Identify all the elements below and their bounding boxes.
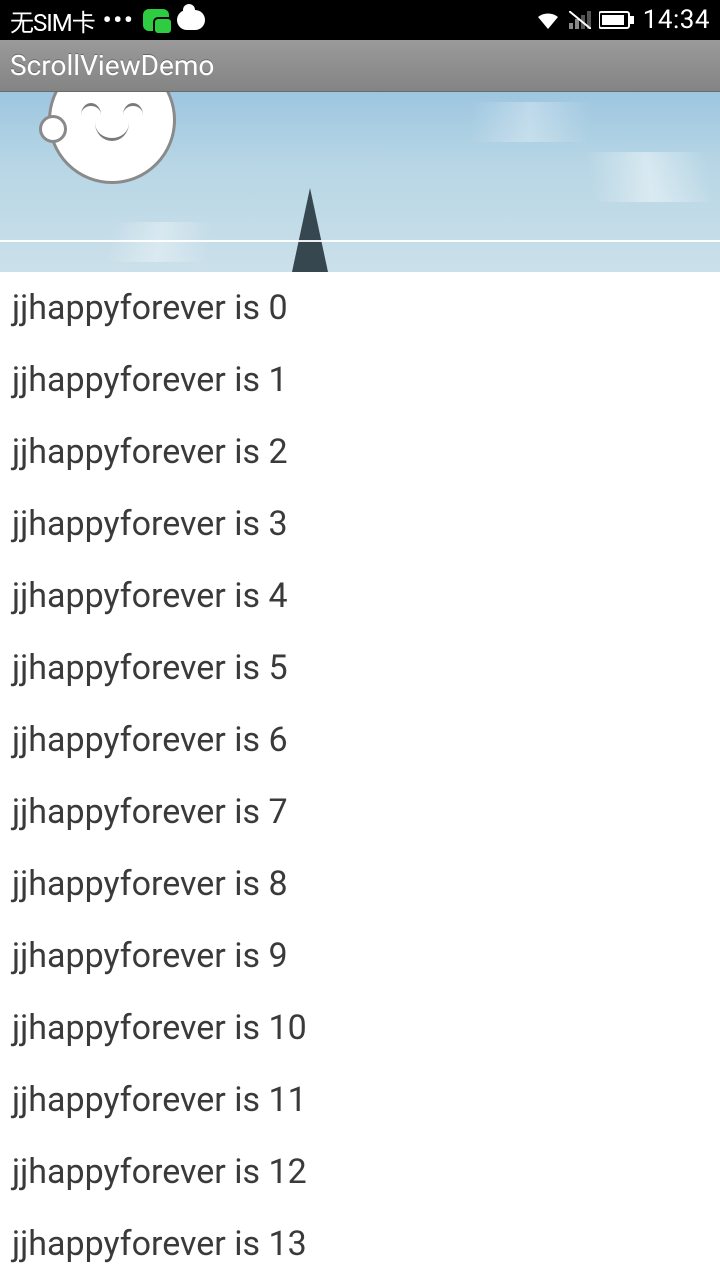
wifi-icon	[535, 10, 561, 30]
battery-icon	[599, 11, 635, 29]
list-item-label: jjhappyforever is 6	[12, 720, 288, 760]
status-left: 无SIM卡 •••	[10, 3, 205, 38]
list-item[interactable]: jjhappyforever is 11	[0, 1064, 720, 1136]
list-item-label: jjhappyforever is 11	[12, 1080, 307, 1120]
list-item[interactable]: jjhappyforever is 12	[0, 1136, 720, 1208]
list-item-label: jjhappyforever is 7	[12, 792, 288, 832]
list-item-label: jjhappyforever is 12	[12, 1152, 307, 1192]
sail-shape	[292, 188, 328, 272]
sim-status-text: 无SIM卡	[10, 3, 95, 38]
android-icon	[177, 10, 205, 30]
list-item[interactable]: jjhappyforever is 8	[0, 848, 720, 920]
scroll-list[interactable]: jjhappyforever is 0 jjhappyforever is 1 …	[0, 272, 720, 1280]
list-item-label: jjhappyforever is 3	[12, 504, 288, 544]
signal-icon	[569, 11, 591, 29]
list-item[interactable]: jjhappyforever is 9	[0, 920, 720, 992]
list-item-label: jjhappyforever is 1	[12, 360, 288, 400]
list-item[interactable]: jjhappyforever is 6	[0, 704, 720, 776]
list-item-label: jjhappyforever is 8	[12, 864, 288, 904]
list-item[interactable]: jjhappyforever is 0	[0, 272, 720, 344]
status-right: 14:34	[535, 5, 710, 35]
list-item[interactable]: jjhappyforever is 3	[0, 488, 720, 560]
list-item-label: jjhappyforever is 10	[12, 1008, 307, 1048]
list-item[interactable]: jjhappyforever is 7	[0, 776, 720, 848]
list-item[interactable]: jjhappyforever is 5	[0, 632, 720, 704]
more-dots-icon: •••	[103, 6, 135, 34]
list-item[interactable]: jjhappyforever is 4	[0, 560, 720, 632]
header-image	[0, 92, 720, 272]
list-item[interactable]: jjhappyforever is 10	[0, 992, 720, 1064]
list-item[interactable]: jjhappyforever is 2	[0, 416, 720, 488]
wechat-icon	[143, 9, 169, 31]
balloon-illustration	[48, 92, 176, 184]
list-item[interactable]: jjhappyforever is 13	[0, 1208, 720, 1280]
list-item-label: jjhappyforever is 13	[12, 1224, 307, 1264]
list-item-label: jjhappyforever is 9	[12, 936, 288, 976]
app-bar-title: ScrollViewDemo	[10, 49, 214, 82]
list-item-label: jjhappyforever is 0	[12, 288, 288, 328]
list-item-label: jjhappyforever is 2	[12, 432, 288, 472]
list-item[interactable]: jjhappyforever is 1	[0, 344, 720, 416]
hero-divider	[0, 240, 720, 242]
list-item-label: jjhappyforever is 5	[12, 648, 288, 688]
status-bar: 无SIM卡 ••• 14:34	[0, 0, 720, 40]
list-item-label: jjhappyforever is 4	[12, 576, 288, 616]
clock-text: 14:34	[643, 5, 710, 35]
app-bar: ScrollViewDemo	[0, 40, 720, 92]
